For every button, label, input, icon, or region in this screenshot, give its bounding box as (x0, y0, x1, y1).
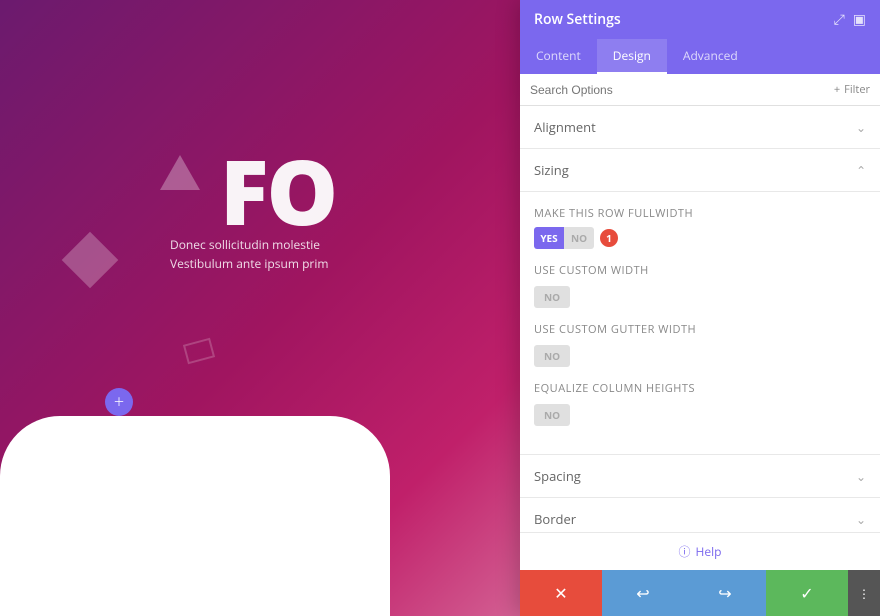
fullwidth-toggle-row: Make This Row Fullwidth YES NO 1 (534, 206, 866, 249)
chevron-down-icon-border: ⌄ (856, 511, 866, 528)
equalize-heights-label: Equalize Column Heights (534, 381, 866, 396)
search-bar: + Filter (520, 74, 880, 106)
rect-shape (183, 338, 215, 365)
tab-content[interactable]: Content (520, 39, 597, 74)
cancel-icon: ✕ (554, 582, 567, 604)
redo-button[interactable]: ↪ (684, 570, 766, 616)
more-button[interactable]: ⋮ (848, 570, 880, 616)
help-link[interactable]: ⓘ Help (679, 543, 722, 560)
filter-icon: + (834, 82, 840, 97)
section-alignment[interactable]: Alignment ⌄ (520, 106, 880, 149)
row-settings-modal: Row Settings ⤢ ▣ Content Design Advanced… (520, 0, 880, 616)
help-icon: ⓘ (679, 543, 691, 560)
badge-1: 1 (600, 229, 618, 247)
hero-subtext: Donec sollicitudin molestie Vestibulum a… (170, 235, 328, 273)
tab-design[interactable]: Design (597, 39, 667, 74)
undo-icon: ↩ (636, 582, 649, 604)
section-border[interactable]: Border ⌄ (520, 498, 880, 532)
modal-body: Alignment ⌄ Sizing ⌄ Make This Row Fullw… (520, 106, 880, 532)
equalize-heights-toggle[interactable]: NO (534, 404, 570, 426)
section-sizing-content: Make This Row Fullwidth YES NO 1 Use Cus… (520, 192, 880, 455)
more-icon: ⋮ (858, 585, 870, 602)
equalize-heights-toggle-row: Equalize Column Heights NO (534, 381, 866, 426)
add-module-left-button[interactable]: + (105, 388, 133, 416)
save-button[interactable]: ✓ (766, 570, 848, 616)
filter-label: Filter (844, 82, 870, 97)
redo-icon: ↪ (718, 582, 731, 604)
custom-gutter-label: Use Custom Gutter Width (534, 322, 866, 337)
custom-gutter-toggle[interactable]: NO (534, 345, 570, 367)
section-sizing-title: Sizing (534, 161, 569, 179)
section-alignment-title: Alignment (534, 118, 596, 136)
modal-footer: ⓘ Help (520, 532, 880, 570)
fullwidth-label: Make This Row Fullwidth (534, 206, 866, 221)
modal-header-icons: ⤢ ▣ (834, 10, 866, 29)
section-border-title: Border (534, 510, 576, 528)
modal-header: Row Settings ⤢ ▣ (520, 0, 880, 39)
section-sizing-header[interactable]: Sizing ⌄ (520, 149, 880, 192)
chevron-down-icon: ⌄ (856, 119, 866, 136)
section-spacing-title: Spacing (534, 467, 581, 485)
section-spacing[interactable]: Spacing ⌄ (520, 455, 880, 498)
fullwidth-toggle[interactable]: YES NO (534, 227, 594, 249)
white-bottom-area (0, 416, 390, 616)
tab-advanced[interactable]: Advanced (667, 39, 754, 74)
save-icon: ✓ (800, 582, 813, 604)
layout-icon[interactable]: ▣ (853, 10, 866, 29)
toggle-no-option[interactable]: NO (564, 227, 594, 249)
custom-width-toggle[interactable]: NO (534, 286, 570, 308)
custom-gutter-toggle-row: Use Custom Gutter Width NO (534, 322, 866, 367)
chevron-down-icon-spacing: ⌄ (856, 468, 866, 485)
triangle-shape-1 (160, 155, 200, 190)
diamond-shape (62, 232, 119, 289)
action-bar: ✕ ↩ ↪ ✓ ⋮ (520, 570, 880, 616)
undo-button[interactable]: ↩ (602, 570, 684, 616)
filter-button[interactable]: + Filter (834, 82, 870, 97)
search-input[interactable] (530, 83, 834, 97)
help-label: Help (696, 543, 722, 560)
hero-text: FO (220, 130, 336, 252)
cancel-button[interactable]: ✕ (520, 570, 602, 616)
modal-title: Row Settings (534, 10, 621, 29)
custom-width-label: Use Custom Width (534, 263, 866, 278)
resize-icon[interactable]: ⤢ (834, 10, 845, 29)
custom-width-toggle-row: Use Custom Width NO (534, 263, 866, 308)
modal-tabs: Content Design Advanced (520, 39, 880, 74)
chevron-up-icon: ⌄ (856, 162, 866, 179)
toggle-yes-option[interactable]: YES (534, 227, 564, 249)
